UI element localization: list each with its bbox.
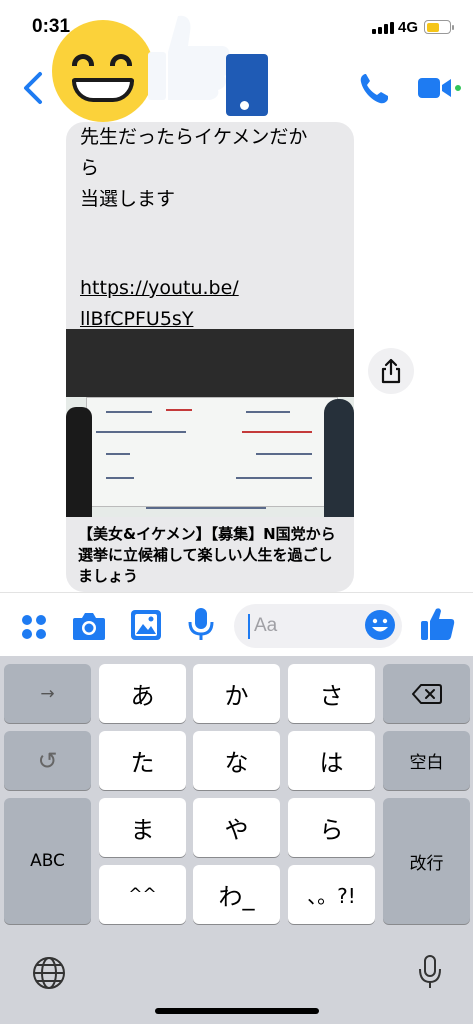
key-arrow-right[interactable]: → [4, 664, 91, 723]
key-ya[interactable]: や [193, 798, 280, 857]
network-label: 4G [398, 19, 419, 36]
message-line: 当選します [80, 188, 176, 210]
globe-icon[interactable] [32, 956, 66, 994]
thumbs-up-icon[interactable] [420, 606, 456, 646]
key-na[interactable]: な [193, 731, 280, 790]
message-list: 先生だったらイケメンだか ら 当選します https://youtu.be/ l… [0, 122, 473, 592]
key-sa[interactable]: さ [288, 664, 375, 723]
key-ka[interactable]: か [193, 664, 280, 723]
text-caret [248, 614, 250, 639]
thumbs-up-sticker [148, 12, 232, 101]
message-line: ら [80, 157, 100, 179]
active-status-dot [453, 83, 463, 93]
link-line: https://youtu.be/ [80, 277, 239, 299]
person-right [324, 399, 354, 517]
return-key[interactable]: 改行 [383, 798, 470, 924]
japanese-keyboard: → あ か さ ↺ た な は 空白 ABC ま や ら 改行 ^^ わ_ 、。… [0, 656, 473, 1024]
key-wa[interactable]: わ_ [193, 865, 280, 924]
grid-dots-icon[interactable] [20, 613, 48, 645]
home-indicator [155, 1008, 319, 1014]
video-camera-icon[interactable] [418, 76, 452, 104]
key-a[interactable]: あ [99, 664, 186, 723]
key-emoticon[interactable]: ^^ [99, 865, 186, 924]
back-chevron-icon[interactable] [20, 70, 46, 110]
link-preview-title[interactable]: 【美女&イケメン】【募集】N国党から選挙に立候補して楽しい人生を過ごしましょう [78, 524, 346, 587]
person-left [66, 407, 92, 517]
delete-icon [411, 683, 442, 704]
signal-icon [372, 22, 394, 34]
key-punctuation[interactable]: 、。?! [288, 865, 375, 924]
share-button[interactable] [368, 348, 414, 394]
message-text: 先生だったらイケメンだか ら 当選します [66, 122, 354, 215]
grinning-emoji-sticker [52, 20, 154, 122]
link-preview-thumbnail[interactable] [66, 329, 354, 517]
key-ta[interactable]: た [99, 731, 186, 790]
blue-phone-sticker [226, 54, 268, 116]
message-bubble: 先生だったらイケメンだか ら 当選します https://youtu.be/ l… [66, 122, 354, 592]
emoji-icon[interactable] [364, 609, 396, 645]
message-placeholder: Aa [254, 615, 278, 636]
battery-icon [424, 20, 454, 34]
key-ra[interactable]: ら [288, 798, 375, 857]
phone-icon[interactable] [358, 72, 390, 110]
delete-key[interactable] [383, 664, 470, 723]
key-ma[interactable]: ま [99, 798, 186, 857]
message-composer: Aa [0, 592, 473, 656]
dictation-mic-icon[interactable] [418, 954, 442, 994]
camera-icon[interactable] [72, 611, 106, 645]
space-key[interactable]: 空白 [383, 731, 470, 790]
share-icon [381, 358, 401, 384]
key-undo[interactable]: ↺ [4, 731, 91, 790]
microphone-icon[interactable] [187, 607, 215, 645]
image-icon[interactable] [130, 609, 162, 645]
key-ha[interactable]: は [288, 731, 375, 790]
message-line: 先生だったらイケメンだか [80, 126, 308, 148]
whiteboard-image [66, 397, 354, 517]
abc-key[interactable]: ABC [4, 798, 91, 924]
status-time: 0:31 [32, 16, 71, 37]
message-link[interactable]: https://youtu.be/ llBfCPFU5sY [66, 273, 354, 335]
